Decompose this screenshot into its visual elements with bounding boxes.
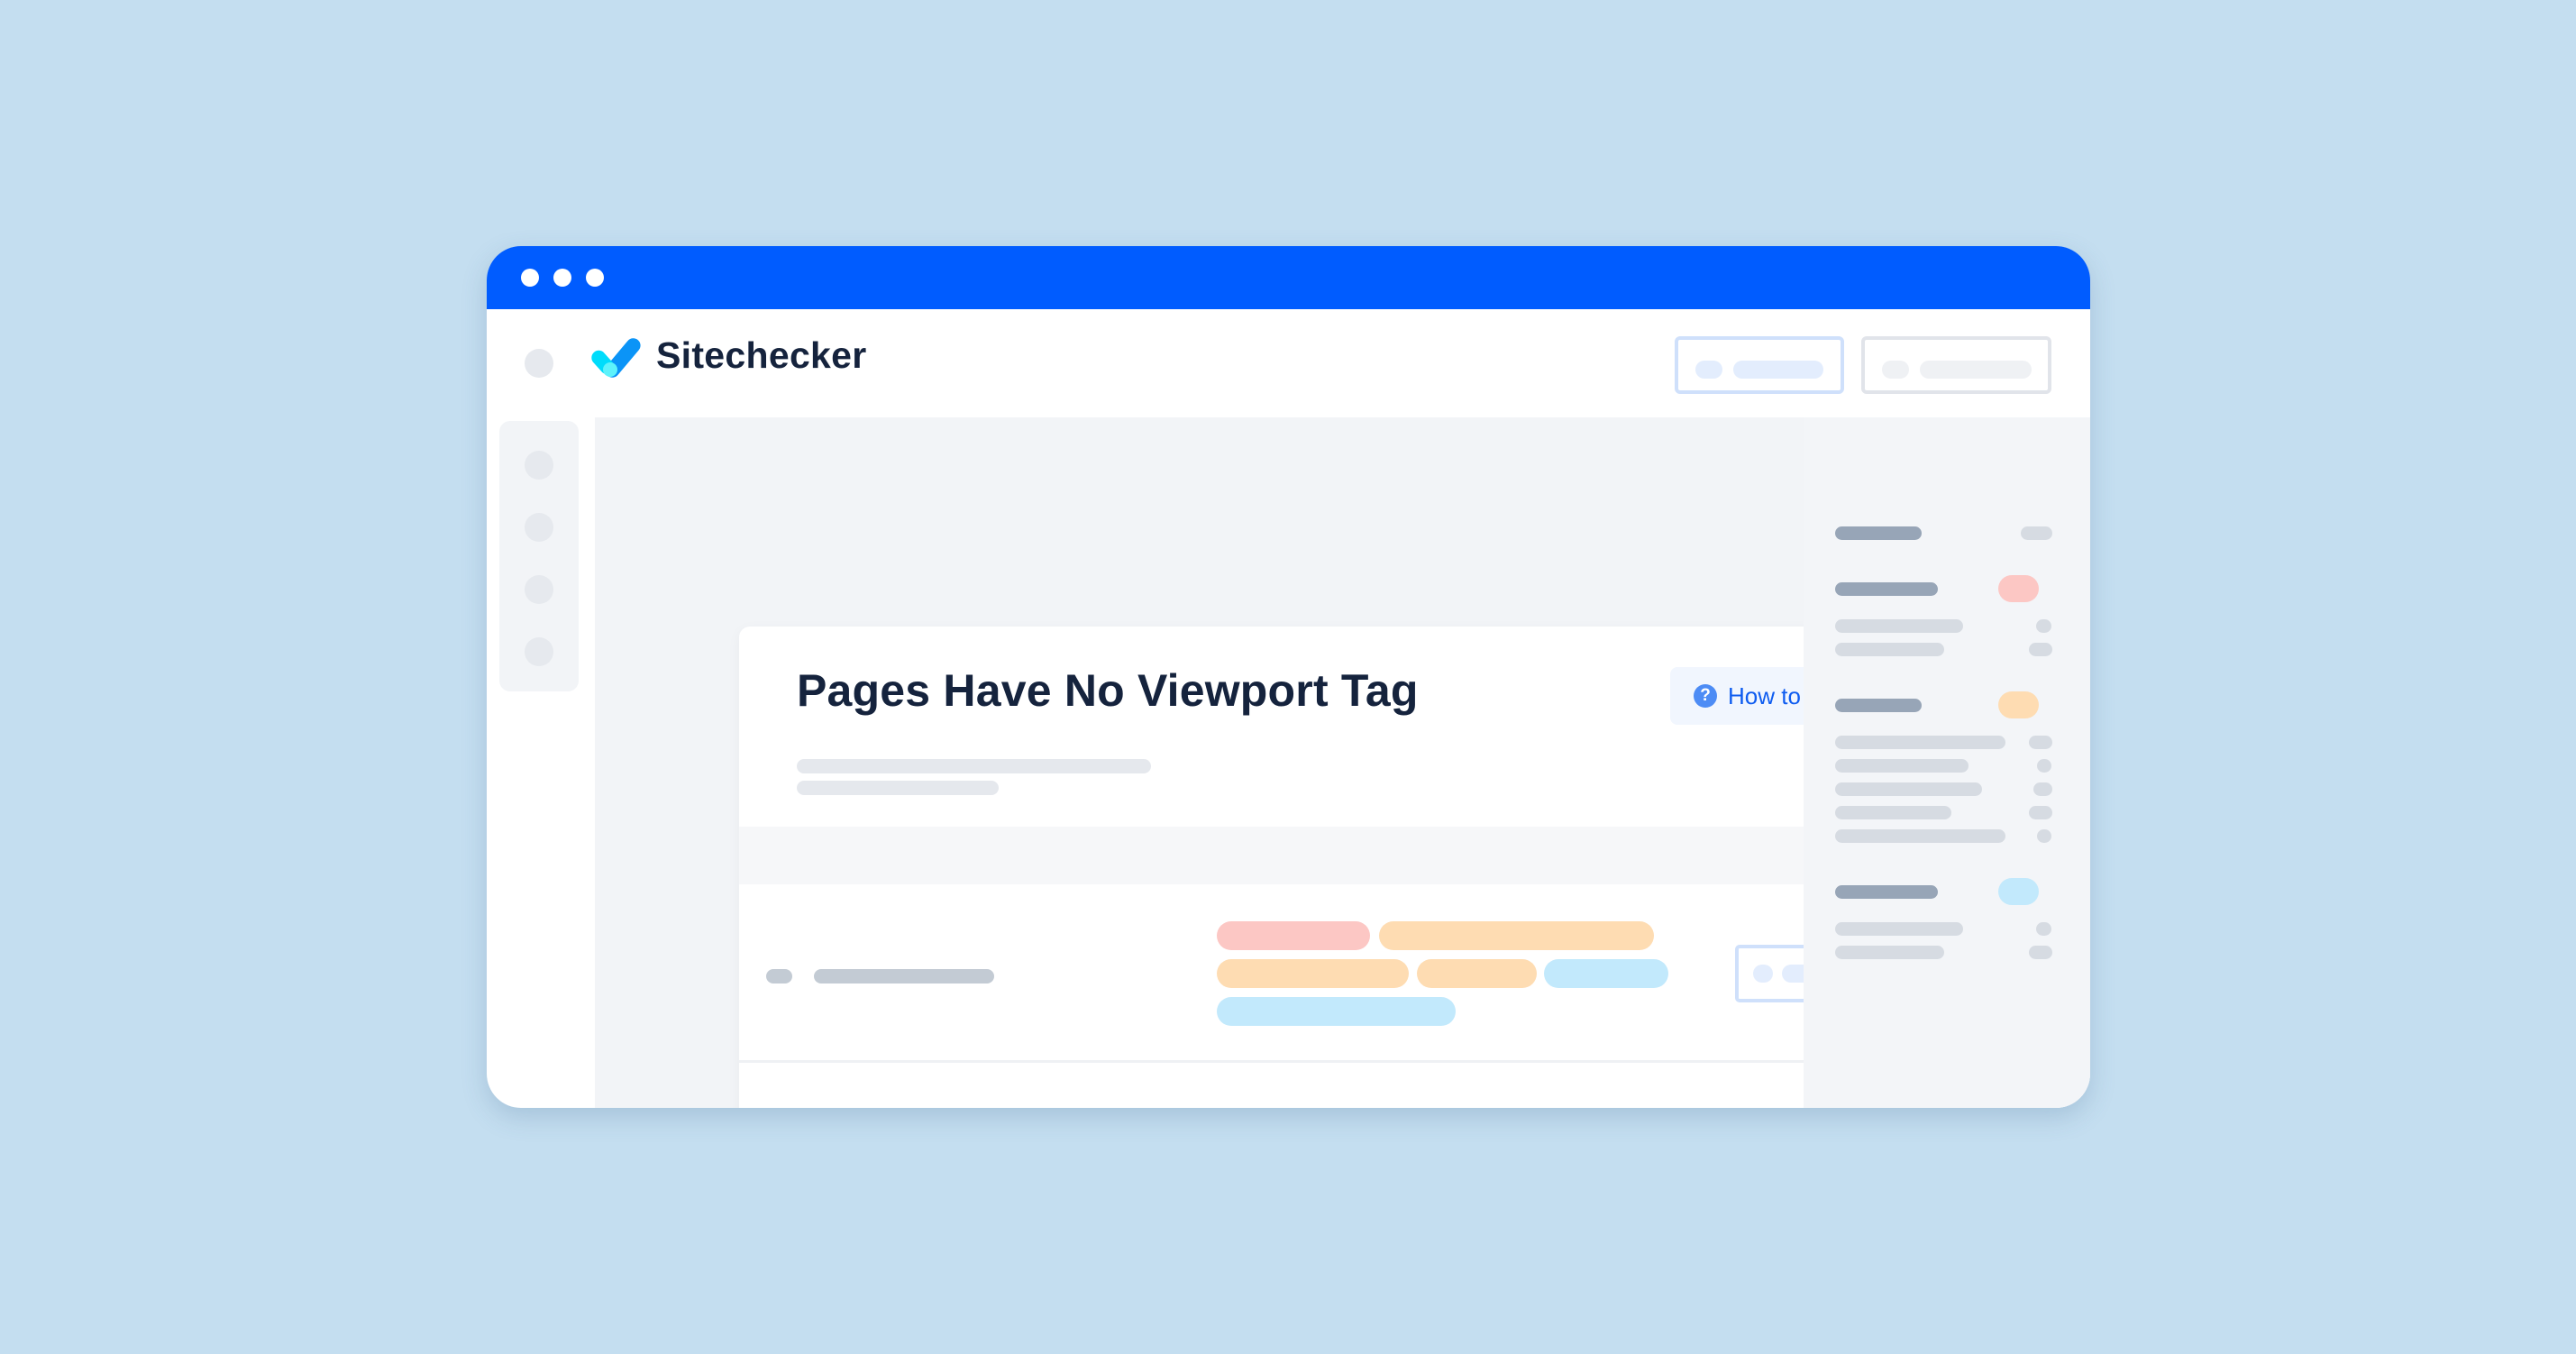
panel-item[interactable] xyxy=(1835,643,1944,656)
sidebar-item-3[interactable] xyxy=(525,575,553,604)
left-sidebar xyxy=(499,421,579,691)
sidebar-item-1[interactable] xyxy=(525,451,553,480)
header-button-secondary[interactable] xyxy=(1861,336,2051,394)
page-title: Pages Have No Viewport Tag xyxy=(797,665,1419,716)
app-header: Sitechecker xyxy=(487,309,2090,417)
header-button-primary[interactable] xyxy=(1675,336,1844,394)
panel-item[interactable] xyxy=(1835,922,1963,936)
issue-card: Pages Have No Viewport Tag ? How to fix xyxy=(739,627,1912,1108)
panel-item[interactable] xyxy=(1835,759,1969,773)
brand-name[interactable]: Sitechecker xyxy=(656,334,867,377)
table-header xyxy=(739,827,1912,884)
window-dot-maximize[interactable] xyxy=(586,269,604,287)
issue-tag xyxy=(1217,997,1456,1026)
panel-item[interactable] xyxy=(1835,946,1944,959)
window-dot-close[interactable] xyxy=(521,269,539,287)
panel-badge-notice xyxy=(1998,878,2039,905)
panel-section-heading xyxy=(1835,526,1922,540)
issue-tag xyxy=(1417,959,1537,988)
panel-count xyxy=(2021,526,2052,540)
checkmark-logo-icon xyxy=(591,338,641,378)
window-dot-minimize[interactable] xyxy=(553,269,571,287)
panel-item[interactable] xyxy=(1835,619,1963,633)
description-line xyxy=(797,781,999,795)
button-icon-placeholder xyxy=(1753,965,1773,983)
issue-tag xyxy=(1379,921,1654,950)
panel-item[interactable] xyxy=(1835,782,1982,796)
panel-section-heading[interactable] xyxy=(1835,699,1922,712)
row-status-dot xyxy=(766,969,792,983)
panel-item[interactable] xyxy=(1835,829,2005,843)
panel-count xyxy=(2029,806,2052,819)
panel-count xyxy=(2036,619,2051,633)
panel-section-heading[interactable] xyxy=(1835,582,1938,596)
row-url-placeholder[interactable] xyxy=(814,969,994,983)
table-row[interactable] xyxy=(739,1066,1912,1108)
panel-item[interactable] xyxy=(1835,806,1951,819)
table-row[interactable] xyxy=(739,884,1912,1063)
panel-badge-error xyxy=(1998,575,2039,602)
sidebar-item-4[interactable] xyxy=(525,637,553,666)
issue-tag xyxy=(1217,921,1370,950)
button-icon-placeholder xyxy=(1695,361,1722,379)
question-circle-icon: ? xyxy=(1694,684,1717,708)
button-label-placeholder xyxy=(1920,361,2032,379)
sidebar-item-2[interactable] xyxy=(525,513,553,542)
panel-count xyxy=(2029,946,2052,959)
description-line xyxy=(797,759,1151,773)
menu-toggle-icon[interactable] xyxy=(525,349,553,378)
window-titlebar xyxy=(487,246,2090,309)
right-panel xyxy=(1804,417,2090,1108)
panel-badge-warning xyxy=(1998,691,2039,718)
panel-count xyxy=(2033,782,2052,796)
panel-count xyxy=(2037,759,2051,773)
browser-window: Sitechecker Pages Have No Viewport Tag ?… xyxy=(487,246,2090,1108)
issue-tag xyxy=(1217,959,1409,988)
panel-item[interactable] xyxy=(1835,736,2005,749)
panel-count xyxy=(2037,829,2051,843)
button-icon-placeholder xyxy=(1882,361,1909,379)
panel-section-heading[interactable] xyxy=(1835,885,1938,899)
issue-tag xyxy=(1544,959,1668,988)
panel-count xyxy=(2029,643,2052,656)
panel-count xyxy=(2029,736,2052,749)
button-label-placeholder xyxy=(1733,361,1823,379)
panel-count xyxy=(2036,922,2051,936)
